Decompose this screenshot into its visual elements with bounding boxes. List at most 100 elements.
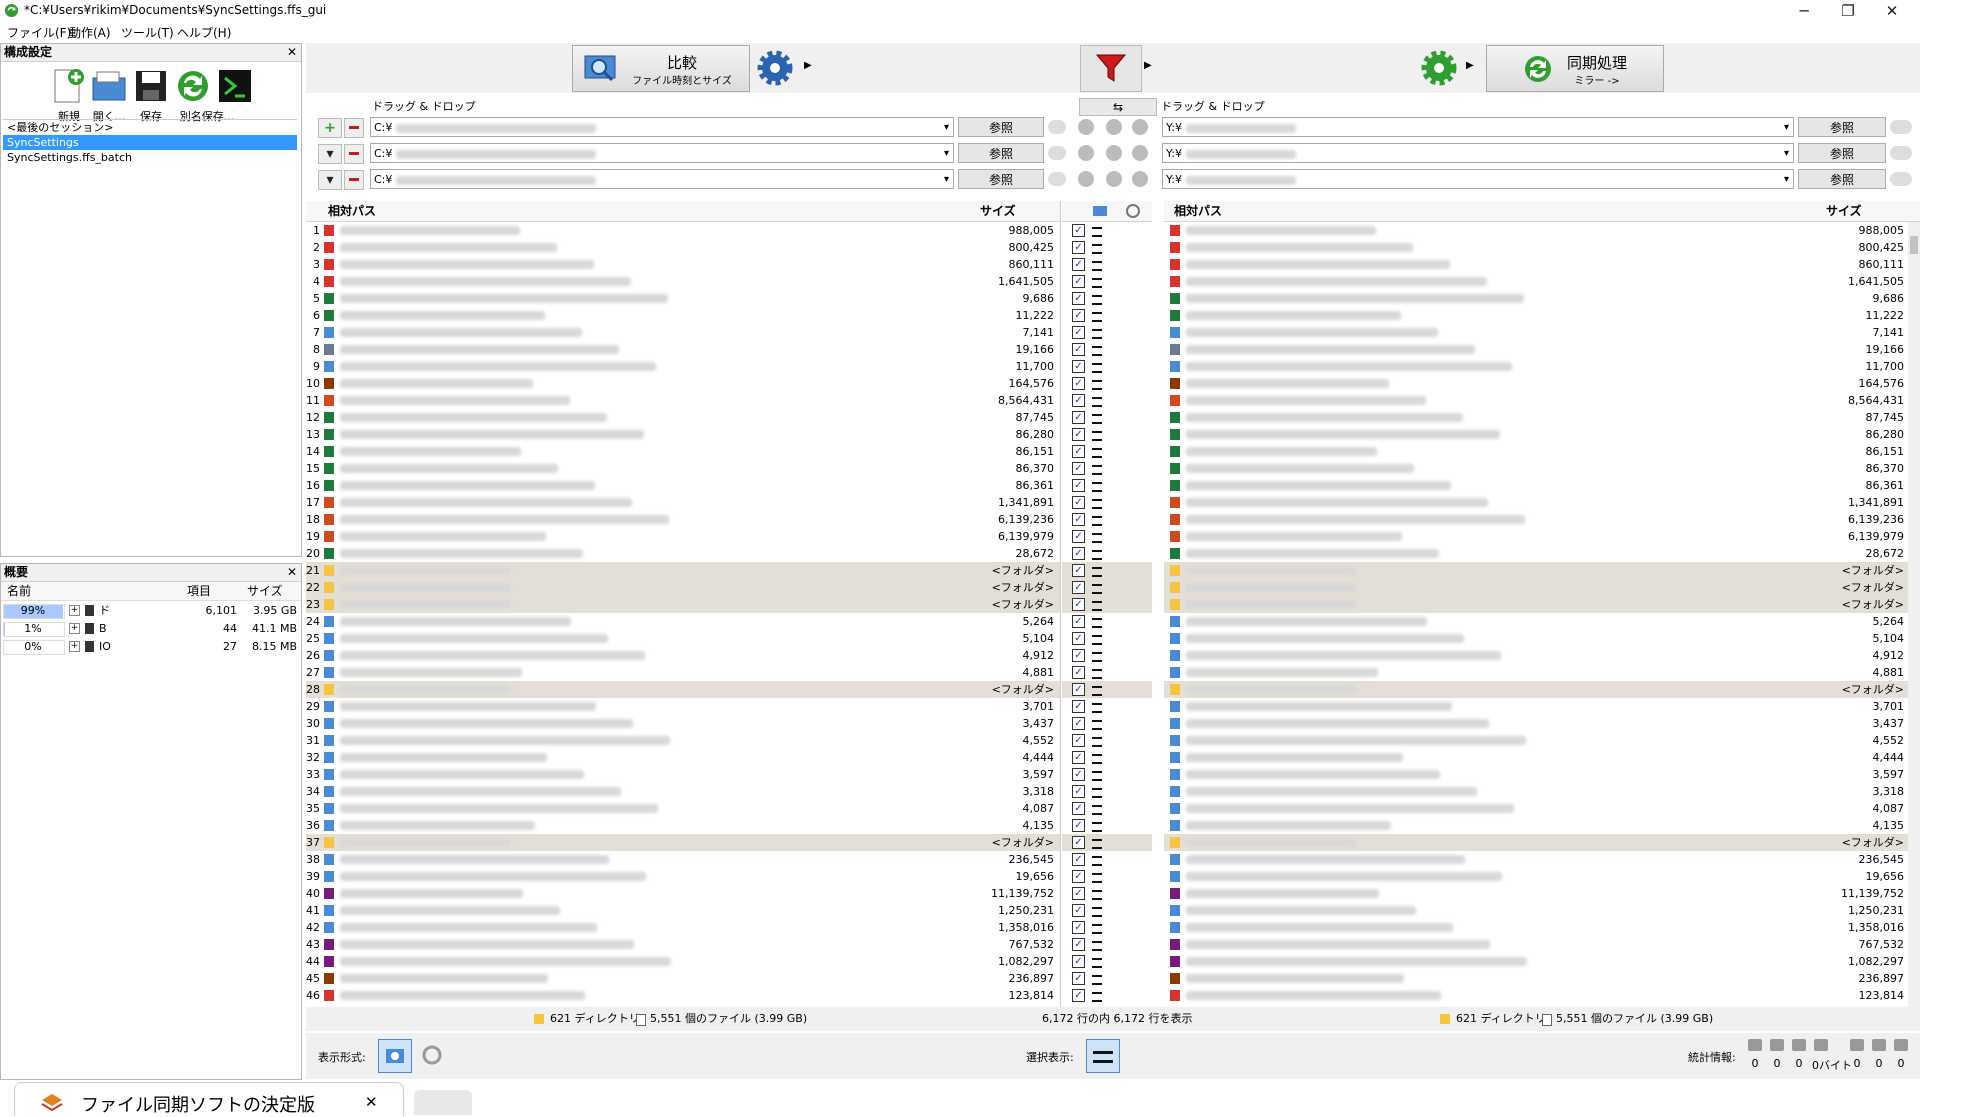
table-row[interactable]: 6 11,222	[306, 307, 1060, 324]
tab-close-icon[interactable]: ✕	[365, 1093, 378, 1111]
sync-dropdown-arrow-icon[interactable]: ▶	[1466, 60, 1474, 71]
table-row[interactable]: 35 4,087	[306, 800, 1060, 817]
include-checkbox[interactable]: ✓	[1072, 955, 1085, 968]
include-checkbox[interactable]: ✓	[1072, 887, 1085, 900]
table-row[interactable]: 4,881	[1164, 664, 1908, 681]
table-row[interactable]: 24 5,264	[306, 613, 1060, 630]
table-row[interactable]: 34 3,318	[306, 783, 1060, 800]
menu-tools[interactable]: ツール(T)	[121, 24, 174, 41]
table-row[interactable]: 800,425	[1164, 239, 1908, 256]
table-row[interactable]: 28,672	[1164, 545, 1908, 562]
sync-gear-icon[interactable]	[1132, 119, 1148, 135]
config-item-last-session[interactable]: <最後のセッション>	[3, 120, 297, 135]
table-row[interactable]: 27 4,881	[306, 664, 1060, 681]
browser-tab[interactable]: ファイル同期ソフトの決定版 ✕	[14, 1082, 404, 1116]
table-row[interactable]: 86,370	[1164, 460, 1908, 477]
overview-col-items[interactable]: 項目	[187, 582, 211, 600]
table-row[interactable]: 3,701	[1164, 698, 1908, 715]
table-row[interactable]: 11,139,752	[1164, 885, 1908, 902]
table-row[interactable]: 43 767,532	[306, 936, 1060, 953]
table-row[interactable]: 123,814	[1164, 987, 1908, 1004]
table-row[interactable]: <フォルダ>	[1164, 579, 1908, 596]
table-row[interactable]: 33 3,597	[306, 766, 1060, 783]
include-checkbox[interactable]: ✓	[1072, 564, 1085, 577]
table-row[interactable]: 86,361	[1164, 477, 1908, 494]
menu-file[interactable]: ファイル(F)	[7, 24, 71, 41]
cloud-icon[interactable]	[1890, 172, 1912, 186]
table-row[interactable]: 18 6,139,236	[306, 511, 1060, 528]
view-compare-button[interactable]	[378, 1039, 412, 1073]
table-row[interactable]: 236,897	[1164, 970, 1908, 987]
table-row[interactable]: 45 236,897	[306, 970, 1060, 987]
right-col-size[interactable]: サイズ	[1826, 201, 1862, 221]
dropdown-arrow-icon[interactable]: ▾	[944, 144, 949, 162]
table-row[interactable]: 860,111	[1164, 256, 1908, 273]
table-row[interactable]: 44 1,082,297	[306, 953, 1060, 970]
include-checkbox[interactable]: ✓	[1072, 224, 1085, 237]
table-row[interactable]: 4,912	[1164, 647, 1908, 664]
table-row[interactable]: <フォルダ>	[1164, 562, 1908, 579]
close-window-button[interactable]: ✕	[1870, 0, 1914, 22]
table-row[interactable]: 11 8,564,431	[306, 392, 1060, 409]
include-checkbox[interactable]: ✓	[1072, 853, 1085, 866]
table-row[interactable]: 5,104	[1164, 630, 1908, 647]
include-checkbox[interactable]: ✓	[1072, 870, 1085, 883]
overview-row[interactable]: 0% + IO 27 8.15 MB	[1, 638, 301, 655]
swap-sides-button[interactable]: ⇆	[1079, 98, 1157, 116]
compare-view-icon[interactable]	[1092, 204, 1108, 218]
include-checkbox[interactable]: ✓	[1072, 785, 1085, 798]
table-row[interactable]: 12 87,745	[306, 409, 1060, 426]
table-row[interactable]: 41 1,250,231	[306, 902, 1060, 919]
overview-col-size[interactable]: サイズ	[247, 582, 283, 600]
add-folder-pair-icon[interactable]: +	[318, 118, 342, 138]
table-row[interactable]: 20 28,672	[306, 545, 1060, 562]
table-row[interactable]: 8,564,431	[1164, 392, 1908, 409]
right-folder-path-input[interactable]: Y:¥ ▾	[1162, 169, 1794, 189]
table-row[interactable]: 5 9,686	[306, 290, 1060, 307]
menu-help[interactable]: ヘルプ(H)	[177, 24, 231, 41]
table-row[interactable]: 1 988,005	[306, 222, 1060, 239]
table-row[interactable]: 4 1,641,505	[306, 273, 1060, 290]
table-row[interactable]: 11,700	[1164, 358, 1908, 375]
table-row[interactable]: 36 4,135	[306, 817, 1060, 834]
left-browse-button[interactable]: 参照	[958, 143, 1044, 163]
table-row[interactable]: <フォルダ>	[1164, 596, 1908, 613]
remove-folder-pair-icon[interactable]	[344, 144, 364, 164]
config-item-batch[interactable]: SyncSettings.ffs_batch	[3, 150, 297, 165]
right-browse-button[interactable]: 参照	[1798, 143, 1886, 163]
include-checkbox[interactable]: ✓	[1072, 989, 1085, 1002]
table-row[interactable]: 7,141	[1164, 324, 1908, 341]
left-folder-path-input[interactable]: C:¥ ▾	[370, 117, 954, 137]
expand-icon[interactable]: +	[69, 605, 80, 616]
dropdown-arrow-icon[interactable]: ▾	[1784, 118, 1789, 136]
table-row[interactable]: 31 4,552	[306, 732, 1060, 749]
table-row[interactable]: 14 86,151	[306, 443, 1060, 460]
settings-gear-icon[interactable]	[1078, 145, 1094, 161]
include-checkbox[interactable]: ✓	[1072, 530, 1085, 543]
table-row[interactable]: 86,151	[1164, 443, 1908, 460]
table-row[interactable]: 1,341,891	[1164, 494, 1908, 511]
table-row[interactable]: 6,139,236	[1164, 511, 1908, 528]
remove-folder-pair-icon[interactable]	[344, 170, 364, 190]
table-row[interactable]: 15 86,370	[306, 460, 1060, 477]
close-icon[interactable]: ✕	[287, 564, 297, 581]
include-checkbox[interactable]: ✓	[1072, 921, 1085, 934]
cloud-icon[interactable]	[1048, 172, 1066, 186]
dropdown-arrow-icon[interactable]: ▾	[1784, 144, 1789, 162]
table-row[interactable]: 5,264	[1164, 613, 1908, 630]
table-row[interactable]: 988,005	[1164, 222, 1908, 239]
table-row[interactable]: 25 5,104	[306, 630, 1060, 647]
compare-button[interactable]: 比較 ファイル時刻とサイズ	[572, 45, 750, 92]
include-checkbox[interactable]: ✓	[1072, 479, 1085, 492]
table-row[interactable]: <フォルダ>	[1164, 834, 1908, 851]
filter-icon[interactable]	[1106, 145, 1122, 161]
cloud-icon[interactable]	[1048, 120, 1066, 134]
table-row[interactable]: 37 <フォルダ>	[306, 834, 1060, 851]
table-row[interactable]: 23 <フォルダ>	[306, 596, 1060, 613]
table-row[interactable]: 4,444	[1164, 749, 1908, 766]
table-row[interactable]: 4,552	[1164, 732, 1908, 749]
table-row[interactable]: 19,656	[1164, 868, 1908, 885]
include-checkbox[interactable]: ✓	[1072, 598, 1085, 611]
table-row[interactable]: 10 164,576	[306, 375, 1060, 392]
filter-dropdown-arrow-icon[interactable]: ▶	[1144, 60, 1152, 71]
